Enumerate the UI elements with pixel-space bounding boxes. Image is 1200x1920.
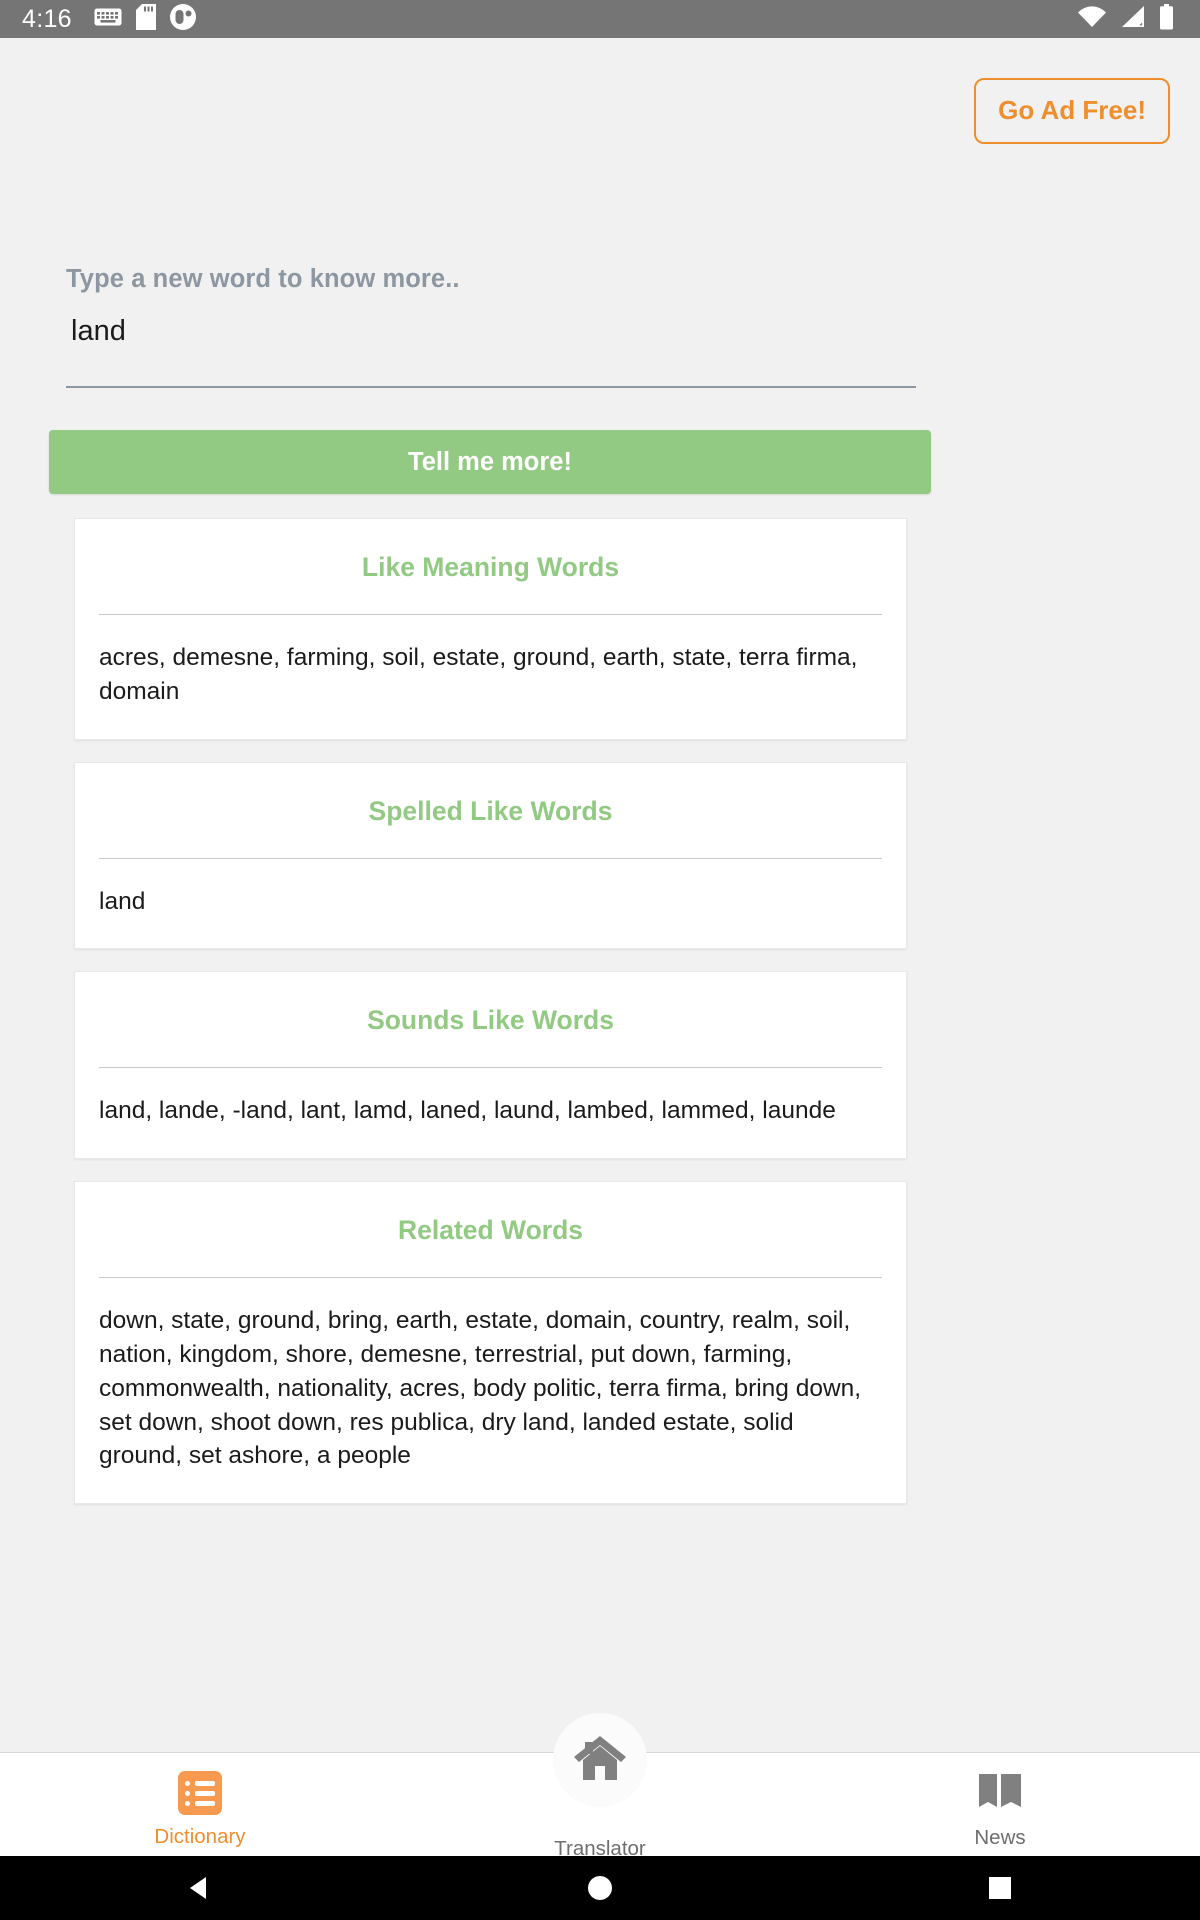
- search-input[interactable]: [66, 315, 916, 356]
- card-title: Sounds Like Words: [367, 1005, 614, 1036]
- result-card: Spelled Like Words land: [74, 761, 907, 950]
- app-screen: 4:16 Go Ad Free! Type a new word to know…: [0, 0, 1200, 1920]
- sd-card-icon: [135, 3, 156, 35]
- cellular-signal-icon: [1120, 5, 1146, 34]
- system-home-button[interactable]: [540, 1856, 660, 1920]
- wifi-icon: [1077, 5, 1107, 34]
- go-ad-free-container: Go Ad Free!: [974, 78, 1170, 144]
- tell-me-more-button[interactable]: Tell me more!: [49, 430, 931, 494]
- translator-fab[interactable]: [553, 1713, 647, 1807]
- status-bar-system-icons: [1077, 3, 1174, 35]
- home-icon: [572, 1732, 628, 1789]
- status-bar: 4:16: [0, 0, 1200, 38]
- status-bar-clock: 4:16: [22, 4, 72, 33]
- card-body: land: [99, 887, 146, 915]
- go-ad-free-button[interactable]: Go Ad Free!: [974, 78, 1170, 144]
- keyboard-icon: [94, 7, 122, 32]
- battery-icon: [1159, 3, 1174, 35]
- nav-label-dictionary: Dictionary: [154, 1825, 246, 1848]
- status-bar-notification-icons: [94, 3, 196, 35]
- nav-item-translator[interactable]: Translator: [400, 1713, 800, 1861]
- results-list: Like Meaning Words acres, demesne, farmi…: [74, 518, 907, 1526]
- result-card: Sounds Like Words land, lande, -land, la…: [74, 971, 907, 1160]
- result-card: Like Meaning Words acres, demesne, farmi…: [74, 518, 907, 740]
- nav-item-news[interactable]: News: [800, 1753, 1200, 1850]
- card-body: land, lande, -land, lant, lamd, laned, l…: [99, 1097, 836, 1125]
- list-icon: [178, 1771, 222, 1815]
- card-title: Like Meaning Words: [361, 552, 620, 582]
- system-recents-button[interactable]: [940, 1856, 1060, 1920]
- result-card: Related Words down, state, ground, bring…: [74, 1181, 907, 1505]
- card-body: acres, demesne, farming, soil, estate, g…: [99, 644, 858, 705]
- search-field-wrapper: [66, 315, 916, 388]
- system-back-button[interactable]: [140, 1856, 260, 1920]
- android-system-nav: [0, 1856, 1200, 1920]
- bottom-navigation-bar: Dictionary Translator News: [0, 1713, 1200, 1860]
- app-circle-icon: [169, 3, 196, 35]
- nav-label-news: News: [974, 1826, 1026, 1849]
- nav-item-dictionary[interactable]: Dictionary: [0, 1753, 400, 1849]
- card-body: down, state, ground, bring, earth, estat…: [99, 1307, 862, 1470]
- card-title: Spelled Like Words: [368, 795, 613, 826]
- search-prompt-label: Type a new word to know more..: [66, 265, 460, 293]
- book-icon: [977, 1771, 1023, 1816]
- card-title: Related Words: [397, 1215, 584, 1246]
- search-input-underline: [66, 386, 916, 388]
